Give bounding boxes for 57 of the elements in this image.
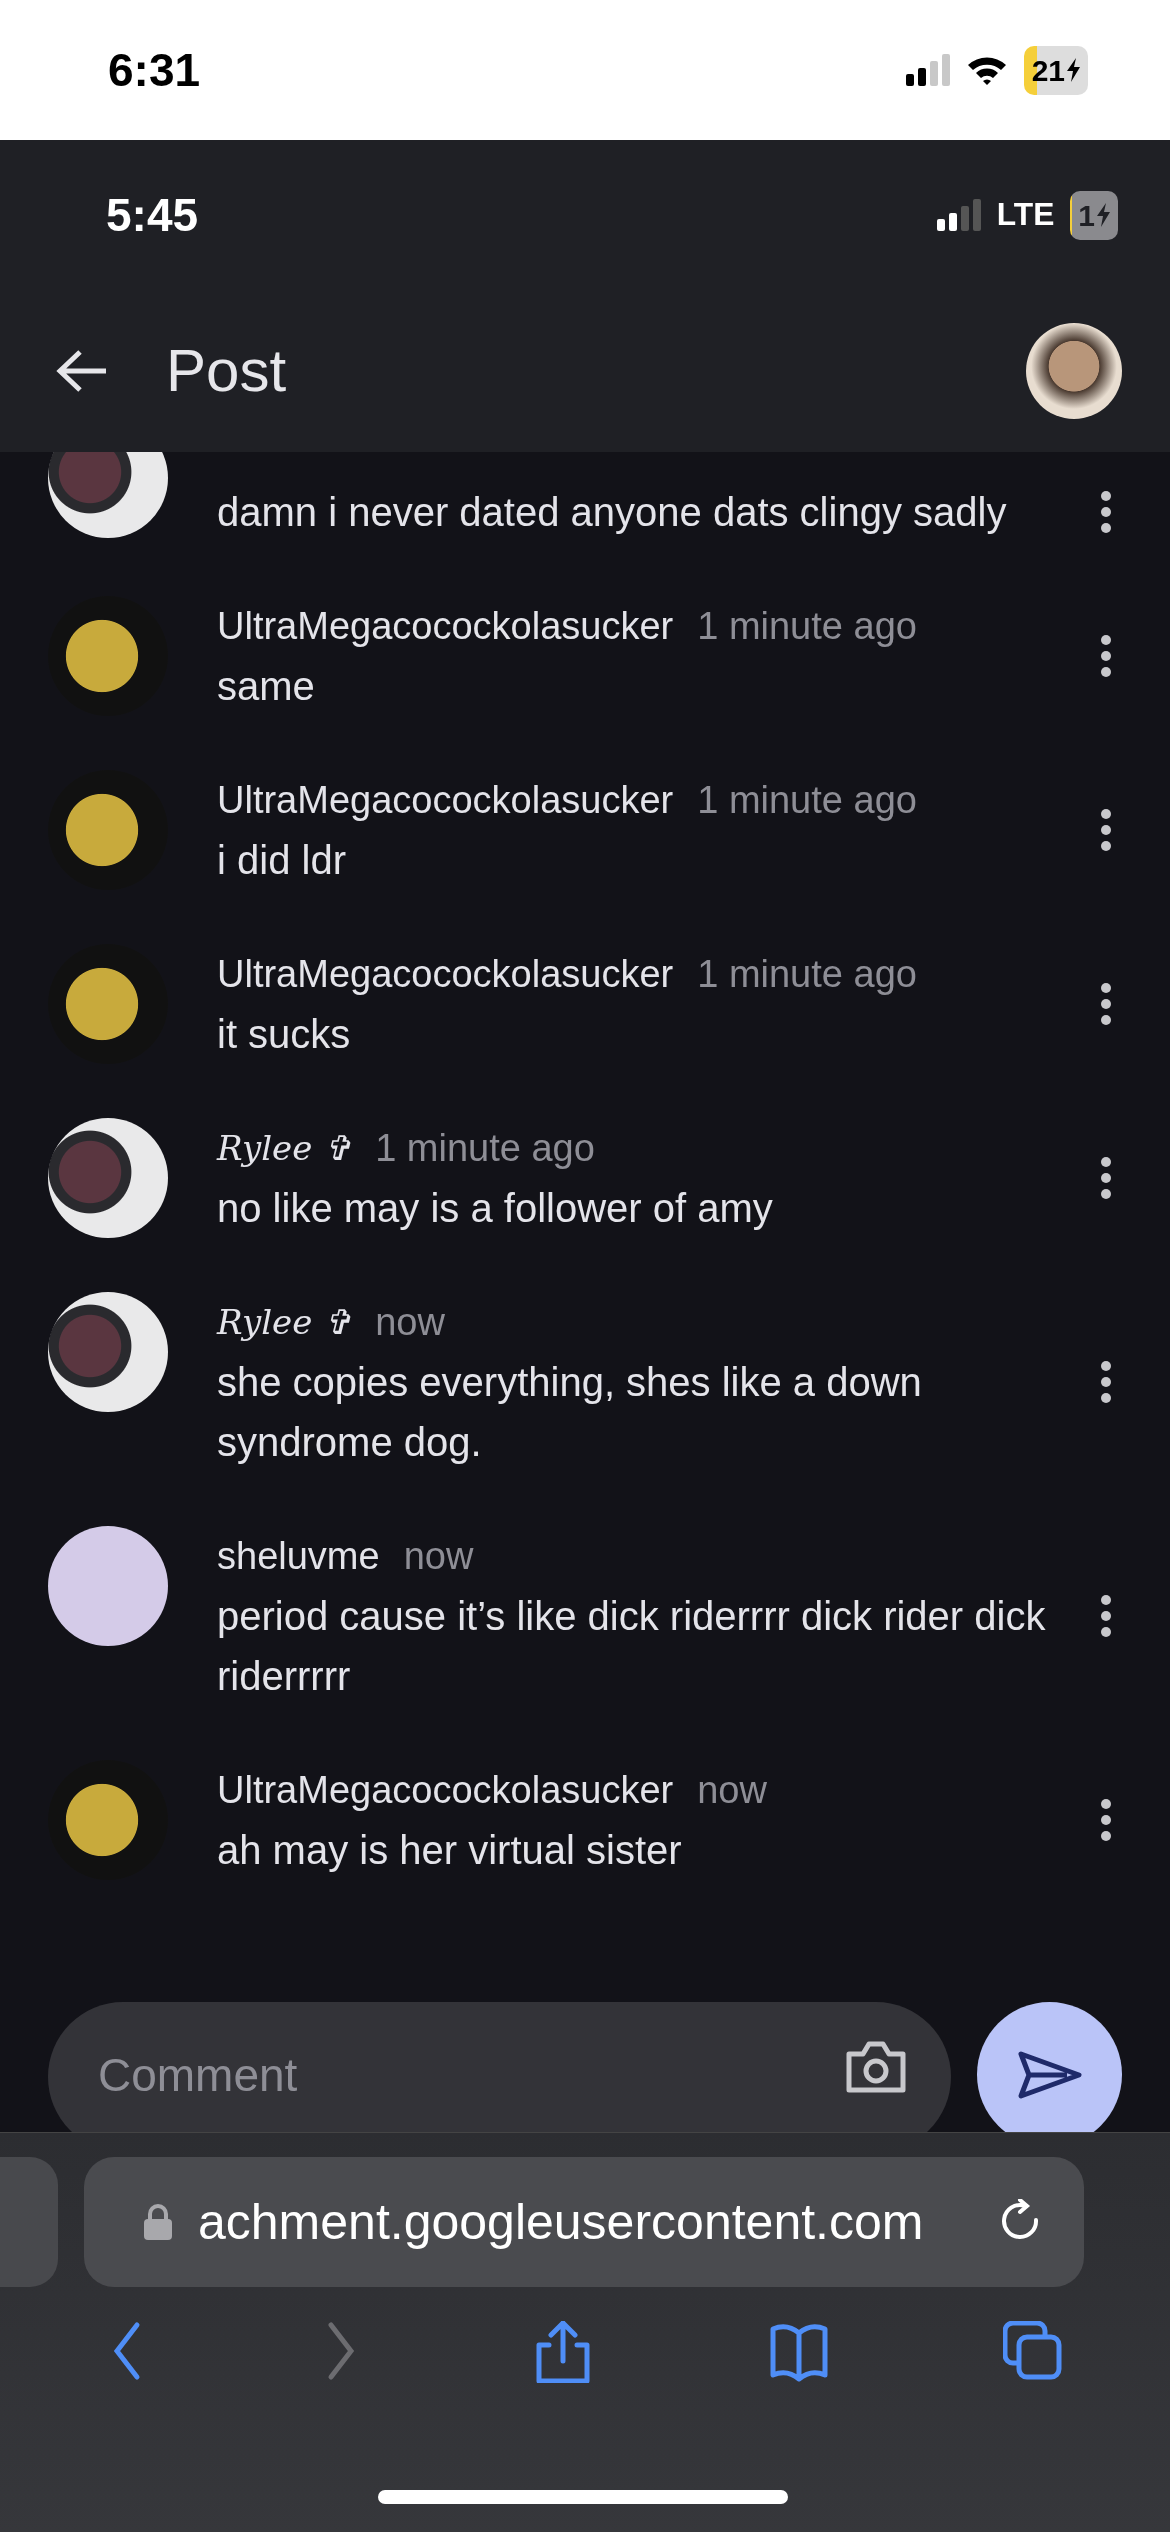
comment-input[interactable]: Comment — [96, 2040, 845, 2111]
lock-icon — [144, 2204, 172, 2240]
author-name[interactable]: Rylee ✞ — [217, 1122, 352, 1174]
more-options-button[interactable] — [1100, 1594, 1112, 1638]
signal-icon — [905, 54, 950, 86]
author-name[interactable]: UltraMegacocockolasucker — [217, 597, 674, 655]
timestamp: 1 minute ago — [697, 777, 917, 823]
comment-text: damn i never dated anyone dats clingy sadly — [217, 489, 1008, 536]
timestamp: now — [375, 1299, 445, 1345]
address-bar[interactable]: achment.googleusercontent.com — [84, 2157, 1084, 2287]
more-options-button[interactable] — [1100, 1360, 1112, 1404]
comment-text: she copies everything, shes like a down syndrome dog. — [217, 1359, 923, 1466]
author-name[interactable]: Rylee ✞ — [217, 1296, 352, 1348]
comment-text: period cause it’s like dick riderrrr dick rider dick riderrrrr — [217, 1593, 1047, 1700]
comment-text: i did ldr — [217, 837, 347, 884]
comment-text: ah may is her virtual sister — [217, 1827, 683, 1874]
back-button[interactable] — [56, 349, 108, 393]
more-icon — [1100, 808, 1112, 852]
signal-icon — [936, 199, 981, 231]
battery-icon: 1 — [1070, 190, 1118, 240]
timestamp: 1 minute ago — [375, 1125, 595, 1171]
timestamp: 1 minute ago — [697, 603, 917, 649]
more-icon — [1100, 634, 1112, 678]
author-name[interactable]: UltraMegacocockolasucker — [217, 1761, 674, 1819]
more-icon — [1100, 490, 1112, 534]
timestamp: 1 minute ago — [697, 951, 917, 997]
bolt-icon — [1097, 203, 1110, 227]
camera-icon — [845, 2040, 907, 2094]
comment-text: it sucks — [217, 1011, 352, 1058]
more-options-button[interactable] — [1100, 982, 1112, 1026]
comment-text: no like may is a follower of amy — [217, 1185, 774, 1232]
author-name[interactable]: UltraMegacocockolasucker — [217, 945, 674, 1003]
send-icon — [1016, 2049, 1083, 2100]
comment-field[interactable]: Comment — [48, 2002, 951, 2132]
more-options-button[interactable] — [1100, 1798, 1112, 1842]
more-options-button[interactable] — [1100, 1156, 1112, 1200]
more-options-button[interactable] — [1100, 490, 1112, 534]
more-options-button[interactable] — [1100, 634, 1112, 678]
comment-text: same — [217, 663, 316, 710]
page-title: Post — [166, 336, 287, 406]
back-arrow-icon — [56, 349, 108, 393]
timestamp: now — [697, 1767, 767, 1813]
timestamp: now — [403, 1533, 474, 1579]
more-icon — [1100, 1360, 1112, 1404]
more-icon — [1100, 1156, 1112, 1200]
author-name[interactable]: UltraMegacocockolasucker — [217, 771, 674, 829]
author-name[interactable]: sheluvme — [217, 1527, 380, 1585]
tabs-icon — [1003, 2321, 1063, 2383]
book-icon — [769, 2321, 829, 2383]
more-icon — [1100, 1798, 1112, 1842]
more-icon — [1100, 982, 1112, 1026]
status-time: 5:45 — [106, 187, 199, 243]
more-icon — [1100, 1594, 1112, 1638]
more-options-button[interactable] — [1100, 808, 1112, 852]
status-time: 6:31 — [108, 42, 201, 98]
bolt-icon — [1067, 58, 1080, 82]
network-label: LTE — [996, 195, 1055, 235]
